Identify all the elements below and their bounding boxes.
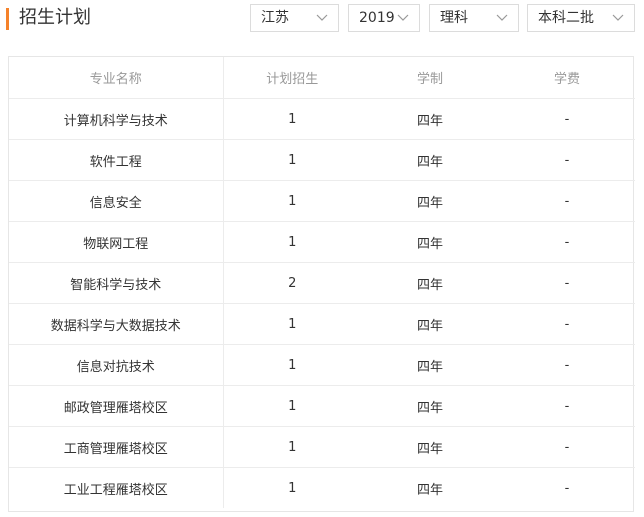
plan-count-cell: 2: [223, 262, 361, 304]
page-title: 招生计划: [19, 7, 91, 28]
major-cell: 智能科学与技术: [9, 262, 224, 304]
duration-cell: 四年: [361, 98, 499, 140]
plan-count-cell: 1: [288, 480, 297, 496]
province-select-value: 江苏: [261, 10, 289, 26]
table-row: 信息安全 1 四年 -: [9, 180, 635, 222]
subject-select-value: 理科: [440, 10, 468, 26]
header-tuition: 学费: [499, 57, 635, 99]
tuition-cell: -: [499, 344, 635, 386]
plan-count-cell: 1: [223, 98, 361, 140]
duration-cell: 四年: [361, 221, 499, 263]
duration-cell: 四年: [416, 482, 443, 498]
table-row: 智能科学与技术 2 四年 -: [9, 262, 635, 304]
chevron-down-icon: [316, 14, 328, 21]
subject-select[interactable]: 理科: [429, 4, 519, 32]
major-cell: 软件工程: [9, 139, 224, 181]
table-row: 工商管理雁塔校区 1 四年 -: [9, 426, 635, 468]
batch-select-value: 本科二批: [538, 10, 594, 26]
header-duration: 学制: [361, 57, 499, 99]
table-row: 邮政管理雁塔校区 1 四年 -: [9, 385, 635, 427]
chevron-down-icon: [397, 14, 409, 21]
tuition-cell: -: [499, 426, 635, 468]
major-cell: 邮政管理雁塔校区: [9, 385, 224, 427]
batch-select[interactable]: 本科二批: [527, 4, 635, 32]
duration-cell: 四年: [361, 303, 499, 345]
major-cell: 工商管理雁塔校区: [9, 426, 224, 468]
table-row: 计算机科学与技术 1 四年 -: [9, 98, 635, 140]
table-row: 工业工程雁塔校区 1 四年 -: [9, 467, 635, 508]
tuition-cell: -: [564, 480, 570, 496]
table-row: 物联网工程 1 四年 -: [9, 221, 635, 263]
plan-count-cell: 1: [223, 385, 361, 427]
year-select-value: 2019: [359, 10, 395, 26]
tuition-cell: -: [499, 221, 635, 263]
tuition-cell: -: [499, 180, 635, 222]
header-major: 专业名称: [9, 57, 224, 99]
year-select[interactable]: 2019: [348, 4, 420, 32]
province-select[interactable]: 江苏: [250, 4, 339, 32]
header-plan: 计划招生: [223, 57, 361, 99]
plan-count-cell: 1: [223, 139, 361, 181]
title-accent-bar: [6, 8, 9, 30]
chevron-down-icon: [496, 14, 508, 21]
table-row: 数据科学与大数据技术 1 四年 -: [9, 303, 635, 345]
plan-count-cell: 1: [223, 180, 361, 222]
major-cell: 物联网工程: [9, 221, 224, 263]
plan-count-cell: 1: [223, 303, 361, 345]
plan-count-cell: 1: [223, 344, 361, 386]
table-row: 软件工程 1 四年 -: [9, 139, 635, 181]
tuition-cell: -: [499, 303, 635, 345]
tuition-cell: -: [499, 385, 635, 427]
plan-count-cell: 1: [223, 426, 361, 468]
major-cell: 工业工程雁塔校区: [9, 467, 224, 508]
major-cell: 信息安全: [9, 180, 224, 222]
duration-cell: 四年: [361, 262, 499, 304]
table-row: 信息对抗技术 1 四年 -: [9, 344, 635, 386]
enrollment-plan-table: 专业名称 计划招生 学制 学费 计算机科学与技术 1 四年 - 软件工程 1 四年 - 信息安全…: [8, 56, 635, 512]
duration-cell: 四年: [361, 180, 499, 222]
major-cell: 信息对抗技术: [9, 344, 224, 386]
tuition-cell: -: [499, 262, 635, 304]
chevron-down-icon: [612, 14, 624, 21]
duration-cell: 四年: [361, 139, 499, 181]
duration-cell: 四年: [361, 344, 499, 386]
major-cell: 计算机科学与技术: [9, 98, 224, 140]
duration-cell: 四年: [361, 426, 499, 468]
tuition-cell: -: [499, 139, 635, 181]
duration-cell: 四年: [361, 385, 499, 427]
tuition-cell: -: [499, 98, 635, 140]
table-header-row: 专业名称 计划招生 学制 学费: [9, 57, 635, 99]
plan-count-cell: 1: [223, 221, 361, 263]
major-cell: 数据科学与大数据技术: [9, 303, 224, 345]
